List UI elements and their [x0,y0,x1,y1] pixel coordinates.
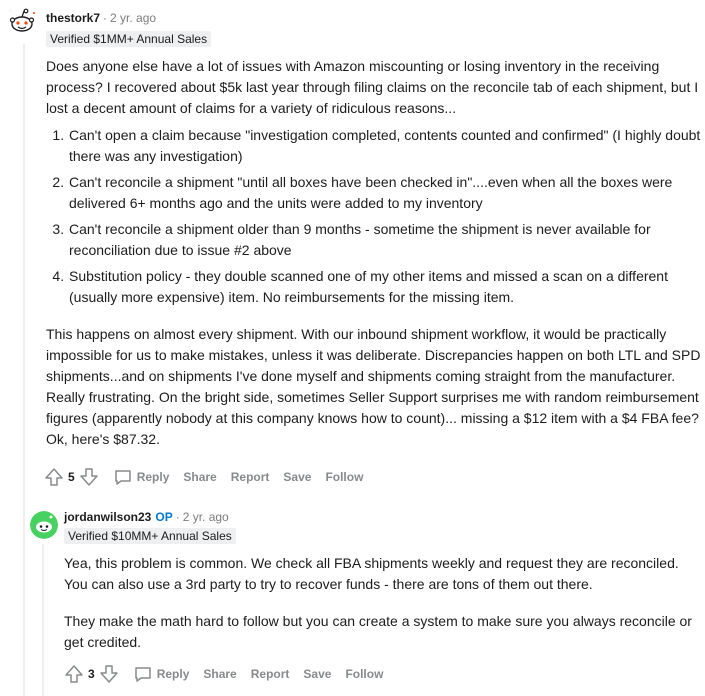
list-item: Can't open a claim because "investigatio… [68,125,705,167]
author-name[interactable]: jordanwilson23 [64,510,151,524]
comment-meta: thestork7 · 2 yr. ago [46,10,156,26]
snoo-avatar-icon [6,6,38,38]
user-flair: Verified $10MM+ Annual Sales [64,528,236,544]
follow-button[interactable]: Follow [325,470,363,484]
timestamp[interactable]: 2 yr. ago [110,11,156,25]
list-item: Substitution policy - they double scanne… [68,266,705,308]
timestamp[interactable]: 2 yr. ago [183,510,229,524]
comment-paragraph: Does anyone else have a lot of issues wi… [46,58,699,116]
user-flair: Verified $1MM+ Annual Sales [46,31,212,47]
list-item: Can't reconcile a shipment older than 9 … [68,219,705,261]
report-button[interactable]: Report [251,667,290,681]
reply-button[interactable]: Reply [133,664,190,684]
author-name[interactable]: thestork7 [46,11,100,25]
comment-paragraph: They make the math hard to follow but yo… [64,613,692,650]
report-button[interactable]: Report [231,470,270,484]
vote-controls: 5 [44,467,99,487]
op-badge: OP [155,510,173,524]
vote-score: 5 [68,470,75,484]
avatar[interactable] [30,511,58,539]
thread-line[interactable] [23,44,25,696]
save-button[interactable]: Save [303,667,331,681]
save-button[interactable]: Save [283,470,311,484]
comment-body: Yea, this problem is common. We check al… [64,553,704,653]
separator-dot: · [103,11,108,25]
vote-score: 3 [88,667,95,681]
follow-button[interactable]: Follow [345,667,383,681]
comment-paragraph: This happens on almost every shipment. W… [46,326,701,447]
list-item: Can't reconcile a shipment "until all bo… [68,172,705,214]
comment-icon [134,667,151,682]
avatar[interactable] [6,6,38,38]
comment-paragraph: Yea, this problem is common. We check al… [64,555,679,592]
numbered-list: Can't open a claim because "investigatio… [46,125,705,308]
reply-button[interactable]: Reply [113,467,170,487]
downvote-icon[interactable] [79,467,99,487]
reply-label: Reply [156,667,190,681]
comment-meta: jordanwilson23 OP · 2 yr. ago [64,509,229,525]
comment-body: Does anyone else have a lot of issues wi… [46,56,705,450]
downvote-icon[interactable] [99,664,119,684]
vote-controls: 3 [64,664,119,684]
share-button[interactable]: Share [183,470,216,484]
separator-dot: · [175,510,180,524]
share-button[interactable]: Share [203,667,236,681]
upvote-icon[interactable] [64,664,84,684]
thread-line[interactable] [42,544,44,696]
comment-actions: 5 Reply Share Report Save Follow [44,465,363,489]
snoo-avatar-icon [30,511,58,539]
comment-actions: 3 Reply Share Report Save Follow [64,662,383,686]
comment-icon [114,470,131,485]
reply-label: Reply [136,470,170,484]
upvote-icon[interactable] [44,467,64,487]
